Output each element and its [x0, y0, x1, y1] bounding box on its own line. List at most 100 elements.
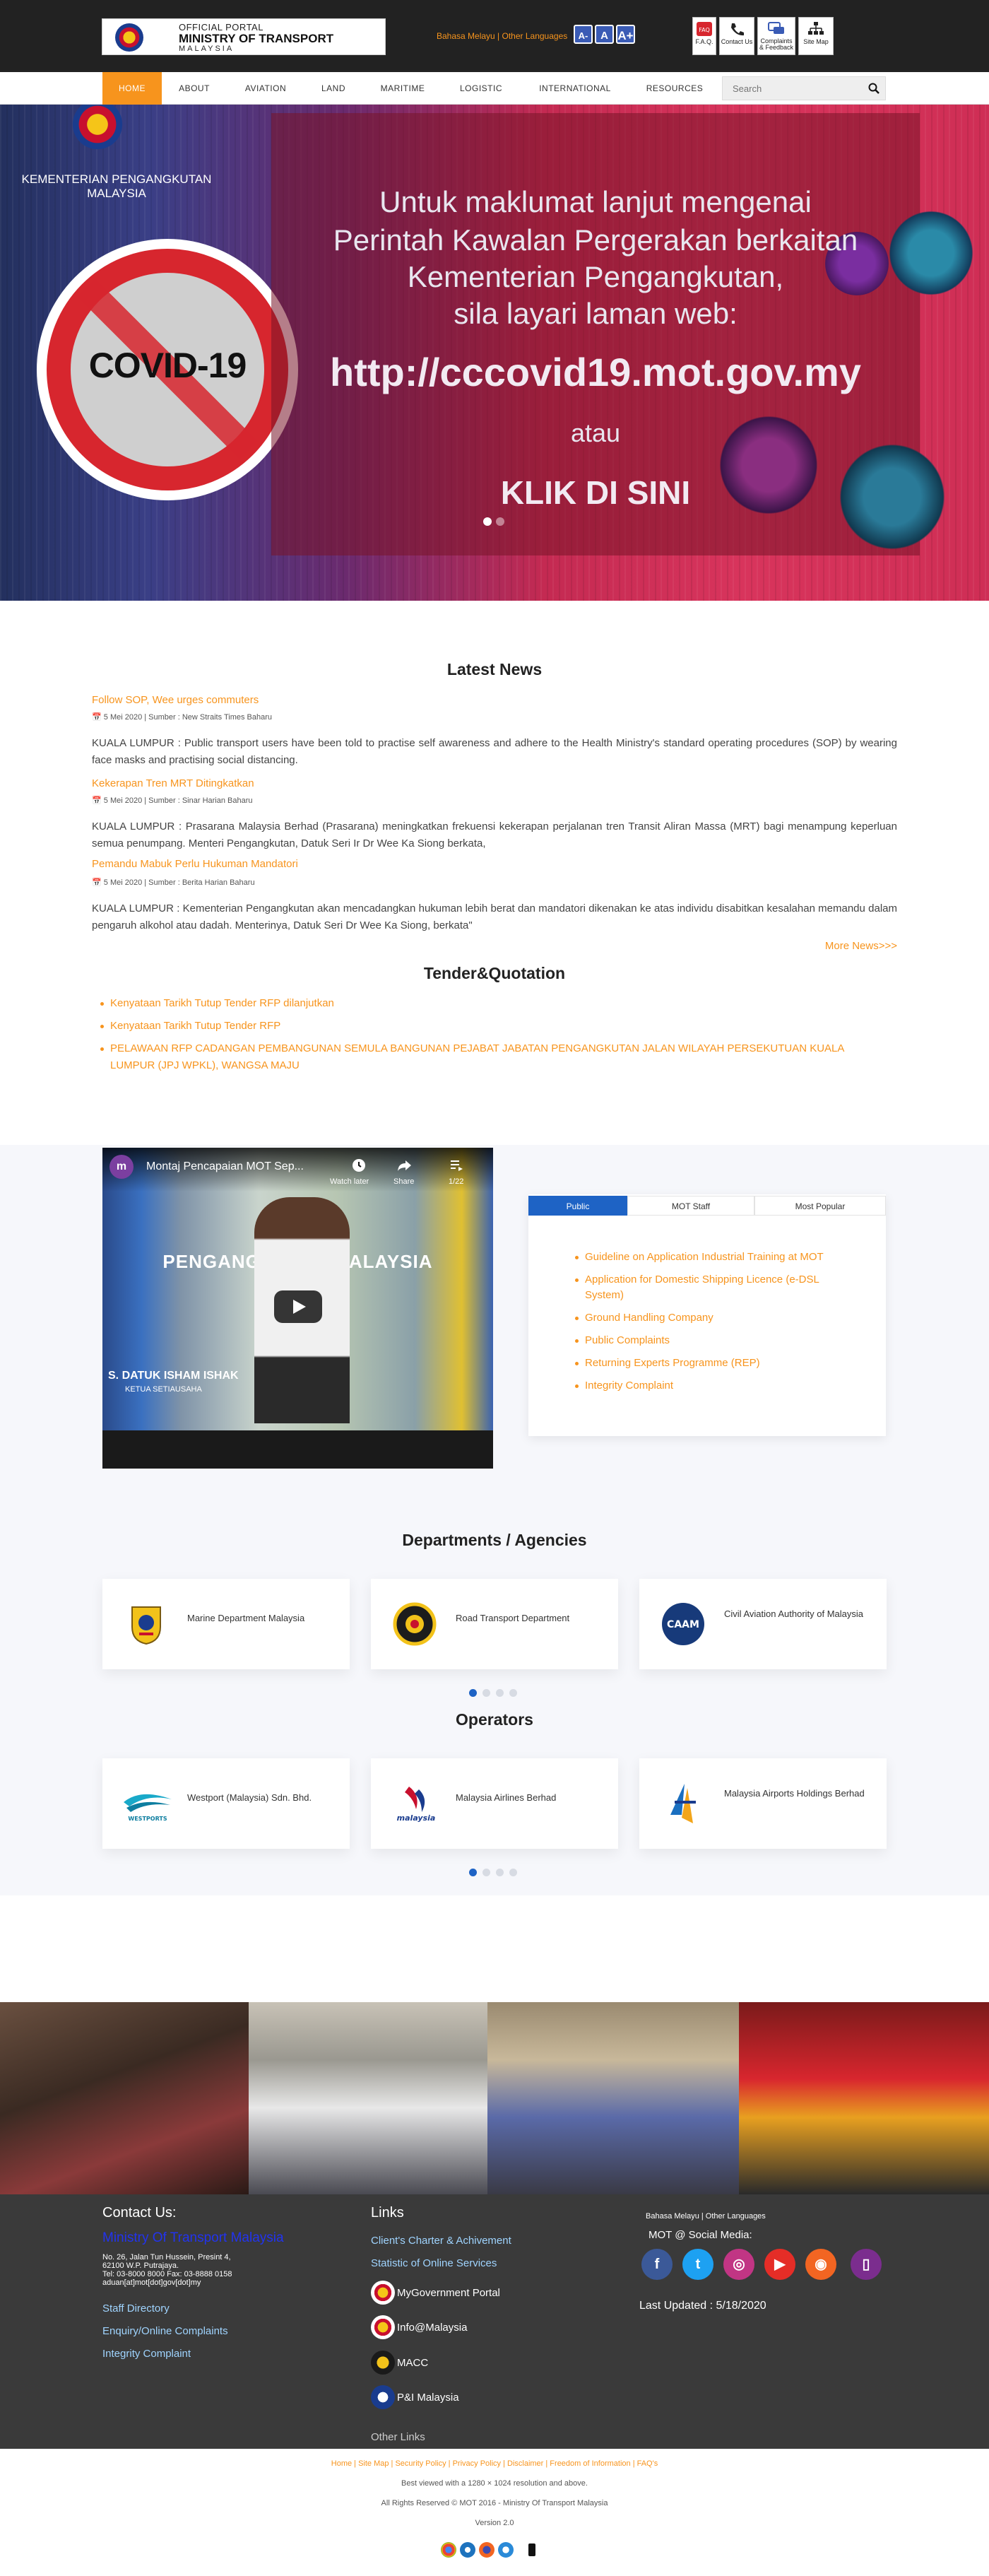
other-links-link[interactable]: Other Links: [371, 2431, 425, 2443]
quick-link-6[interactable]: Integrity Complaint: [575, 1378, 867, 1394]
mygovernment-portal-link[interactable]: MyGovernment Portal: [397, 2287, 500, 2299]
quick-link-4[interactable]: Public Complaints: [575, 1333, 867, 1348]
tab-mot-staff[interactable]: MOT Staff: [627, 1196, 754, 1216]
departments-page-dot-1[interactable]: [469, 1689, 477, 1697]
watch-later-button[interactable]: Watch later: [330, 1177, 369, 1186]
video-title[interactable]: Montaj Pencapaian MOT Sep...: [146, 1160, 304, 1173]
operators-page-dot-3[interactable]: [496, 1869, 504, 1876]
share-button[interactable]: Share: [393, 1177, 414, 1186]
department-card[interactable]: CAAM Civil Aviation Authority of Malaysi…: [639, 1579, 887, 1669]
news-meta-text: 5 Mei 2020 | Sumber : Berita Harian Baha…: [103, 878, 255, 887]
nav-international[interactable]: INTERNATIONAL: [527, 72, 623, 105]
news-headline-1[interactable]: Follow SOP, Wee urges commuters: [92, 694, 259, 706]
quick-link-2[interactable]: Application for Domestic Shipping Licenc…: [575, 1272, 846, 1303]
video-caption-name: S. DATUK ISHAM ISHAK: [108, 1370, 239, 1382]
operator-card[interactable]: Malaysia Airports Holdings Berhad: [639, 1758, 887, 1849]
operator-name: Malaysia Airports Holdings Berhad: [724, 1788, 865, 1799]
site-map-link[interactable]: Site Map: [798, 17, 834, 55]
clients-charter-link[interactable]: Client's Charter & Achivement: [371, 2235, 511, 2247]
lang-other-link[interactable]: Other Languages: [502, 31, 568, 41]
mobile-app-icon[interactable]: ▯: [851, 2249, 882, 2280]
news-headline-3[interactable]: Pemandu Mabuk Perlu Hukuman Mandatori: [92, 858, 298, 870]
instagram-icon[interactable]: ◎: [723, 2249, 754, 2280]
tender-item-3[interactable]: PELAWAAN RFP CADANGAN PEMBANGUNAN SEMULA…: [100, 1040, 880, 1074]
tab-public[interactable]: Public: [528, 1196, 627, 1216]
twitter-icon[interactable]: t: [682, 2249, 713, 2280]
search-icon[interactable]: [868, 83, 880, 94]
departments-page-dot-4[interactable]: [509, 1689, 517, 1697]
bottom-links[interactable]: Home | Site Map | Security Policy | Priv…: [0, 2459, 989, 2468]
mygov-seal-icon: [371, 2281, 395, 2305]
operators-page-dot-4[interactable]: [509, 1869, 517, 1876]
instagram-glyph: ◎: [733, 2257, 745, 2272]
contact-us-link[interactable]: Contact Us: [719, 17, 754, 55]
department-name: Marine Department Malaysia: [187, 1613, 305, 1623]
nav-home[interactable]: HOME: [102, 72, 162, 105]
gallery-photo-2[interactable]: [249, 2002, 487, 2194]
tender-item-2[interactable]: Kenyataan Tarikh Tutup Tender RFP: [100, 1018, 880, 1035]
hero-click-here-link[interactable]: KLIK DI SINI: [271, 474, 920, 512]
playlist-counter[interactable]: 1/22: [449, 1177, 463, 1186]
youtube-video-player[interactable]: PENGANGKUTAN MALAYSIA m Montaj Pencapaia…: [102, 1148, 493, 1469]
gallery-photo-4[interactable]: [739, 2002, 989, 2194]
font-decrease-button[interactable]: A-: [574, 25, 593, 44]
quick-link-3[interactable]: Ground Handling Company: [575, 1310, 867, 1326]
statistic-online-link[interactable]: Statistic of Online Services: [371, 2257, 497, 2269]
nav-aviation[interactable]: AVIATION: [236, 72, 295, 105]
departments-page-dot-2[interactable]: [482, 1689, 490, 1697]
nav-logistic[interactable]: LOGISTIC: [449, 72, 513, 105]
operators-page-dot-1[interactable]: [469, 1869, 477, 1876]
gallery-photo-3[interactable]: [487, 2002, 739, 2194]
rss-icon[interactable]: ◉: [805, 2249, 836, 2280]
bottom-bar: [0, 2449, 989, 2576]
footer-language-links[interactable]: Bahasa Melayu | Other Languages: [646, 2212, 766, 2221]
play-button[interactable]: [274, 1290, 322, 1323]
links-title: Links: [371, 2205, 404, 2221]
ministry-name-link[interactable]: Ministry Of Transport Malaysia: [102, 2230, 284, 2246]
nav-about[interactable]: ABOUT: [170, 72, 219, 105]
facebook-icon[interactable]: f: [641, 2249, 673, 2280]
quick-link-1[interactable]: Guideline on Application Industrial Trai…: [575, 1249, 867, 1265]
tab-most-popular[interactable]: Most Popular: [754, 1196, 886, 1216]
departments-page-dot-3[interactable]: [496, 1689, 504, 1697]
hero-banner[interactable]: KEMENTERIAN PENGANGKUTAN MALAYSIA COVID-…: [0, 105, 989, 601]
lang-bahasa-melayu-link[interactable]: Bahasa Melayu: [437, 31, 495, 41]
news-headline-2[interactable]: Kekerapan Tren MRT Ditingkatkan: [92, 777, 254, 789]
department-card[interactable]: Marine Department Malaysia: [102, 1579, 350, 1669]
slide-dot-1[interactable]: [483, 517, 492, 526]
hero-url-link[interactable]: http://cccovid19.mot.gov.my: [271, 349, 920, 395]
staff-directory-link[interactable]: Staff Directory: [102, 2302, 170, 2315]
youtube-icon[interactable]: ▶: [764, 2249, 795, 2280]
pi-malaysia-link[interactable]: P&I Malaysia: [397, 2392, 459, 2404]
portal-logo[interactable]: OFFICIAL PORTAL MINISTRY OF TRANSPORT MA…: [102, 18, 386, 55]
operator-card[interactable]: malaysia Malaysia Airlines Berhad: [371, 1758, 618, 1849]
channel-avatar[interactable]: m: [109, 1155, 134, 1179]
gallery-photo-1[interactable]: [0, 2002, 249, 2194]
font-normal-button[interactable]: A: [595, 25, 614, 44]
operators-page-dot-2[interactable]: [482, 1869, 490, 1876]
tender-item-1[interactable]: Kenyataan Tarikh Tutup Tender RFP dilanj…: [100, 995, 880, 1012]
enquiry-complaints-link[interactable]: Enquiry/Online Complaints: [102, 2325, 228, 2337]
search-input[interactable]: [723, 77, 864, 100]
nav-land[interactable]: LAND: [311, 72, 356, 105]
safari-browser-icon: [498, 2542, 514, 2558]
quick-link-5[interactable]: Returning Experts Programme (REP): [575, 1355, 867, 1371]
slide-dot-2[interactable]: [496, 517, 504, 526]
operator-card[interactable]: WESTPORTS Westport (Malaysia) Sdn. Bhd.: [102, 1758, 350, 1849]
faq-link[interactable]: FAQ F.A.Q.: [692, 17, 716, 55]
more-news-link[interactable]: More News>>>: [825, 940, 897, 952]
hero-line-4: sila layari laman web:: [454, 297, 738, 330]
nav-resources[interactable]: RESOURCES: [636, 72, 713, 105]
top-bar: OFFICIAL PORTAL MINISTRY OF TRANSPORT MA…: [0, 0, 989, 72]
info-malaysia-link[interactable]: Info@Malaysia: [397, 2322, 467, 2334]
department-card[interactable]: Road Transport Department: [371, 1579, 618, 1669]
macc-link[interactable]: MACC: [397, 2357, 428, 2369]
tender-title: Tender&Quotation: [423, 964, 566, 982]
font-increase-button[interactable]: A+: [616, 25, 635, 44]
covid-sign-icon: COVID-19: [37, 239, 298, 500]
complaints-feedback-link[interactable]: Complaints & Feedback: [757, 17, 795, 55]
hero-ministry-name: KEMENTERIAN PENGANGKUTAN MALAYSIA: [21, 172, 212, 200]
ie-browser-icon: [460, 2542, 475, 2558]
integrity-complaint-link[interactable]: Integrity Complaint: [102, 2348, 191, 2360]
nav-maritime[interactable]: MARITIME: [373, 72, 432, 105]
